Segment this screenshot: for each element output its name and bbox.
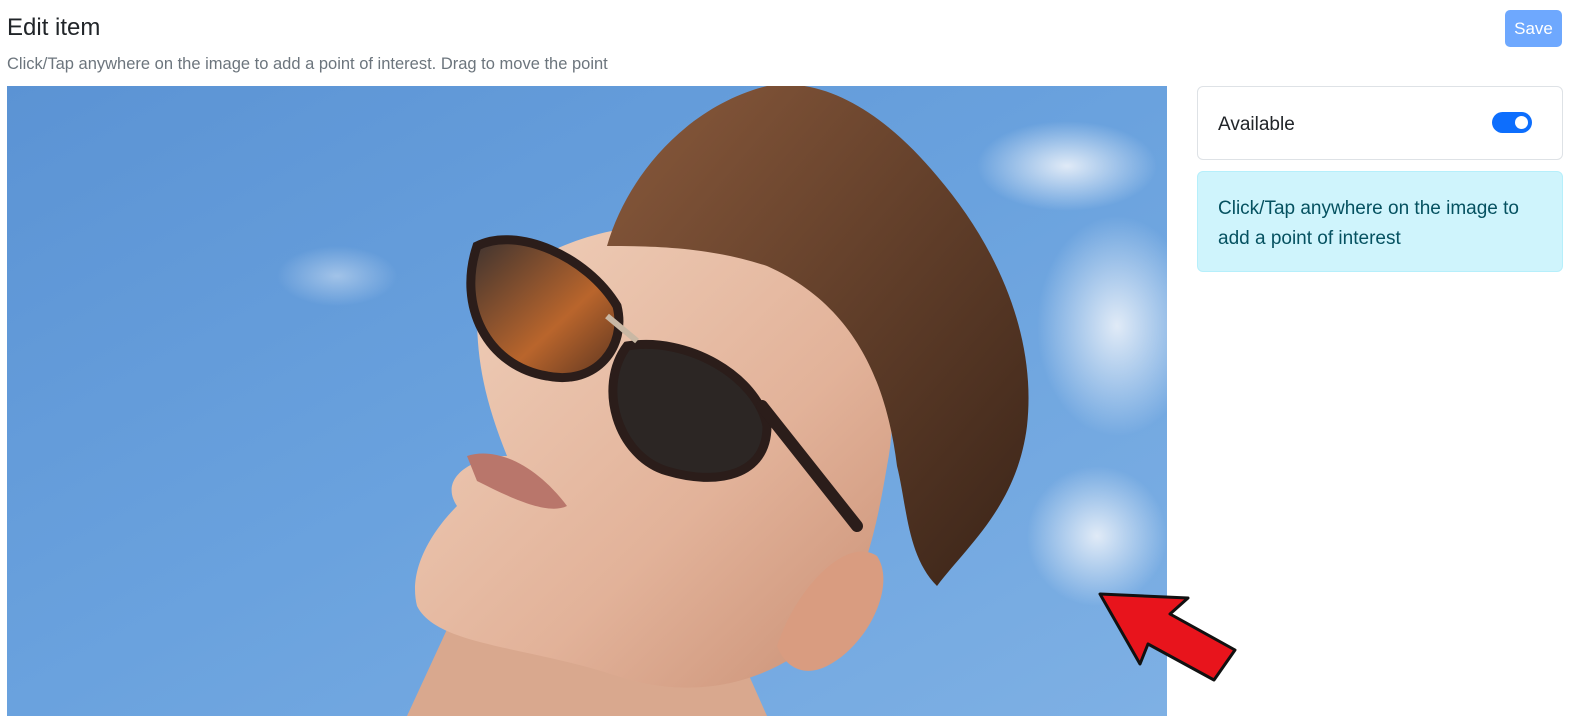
page-subtitle: Click/Tap anywhere on the image to add a…	[7, 55, 608, 73]
info-alert: Click/Tap anywhere on the image to add a…	[1197, 171, 1563, 272]
available-card: Available	[1197, 86, 1563, 160]
toggle-knob	[1515, 116, 1528, 129]
available-toggle[interactable]	[1492, 112, 1532, 133]
edit-item-page: Edit item Click/Tap anywhere on the imag…	[0, 0, 1572, 716]
portrait-photo	[7, 86, 1167, 716]
info-alert-text: Click/Tap anywhere on the image to add a…	[1218, 198, 1519, 249]
save-button[interactable]: Save	[1505, 10, 1562, 47]
point-of-interest-image[interactable]	[7, 86, 1167, 716]
page-title: Edit item	[7, 14, 101, 41]
available-label: Available	[1218, 114, 1295, 135]
